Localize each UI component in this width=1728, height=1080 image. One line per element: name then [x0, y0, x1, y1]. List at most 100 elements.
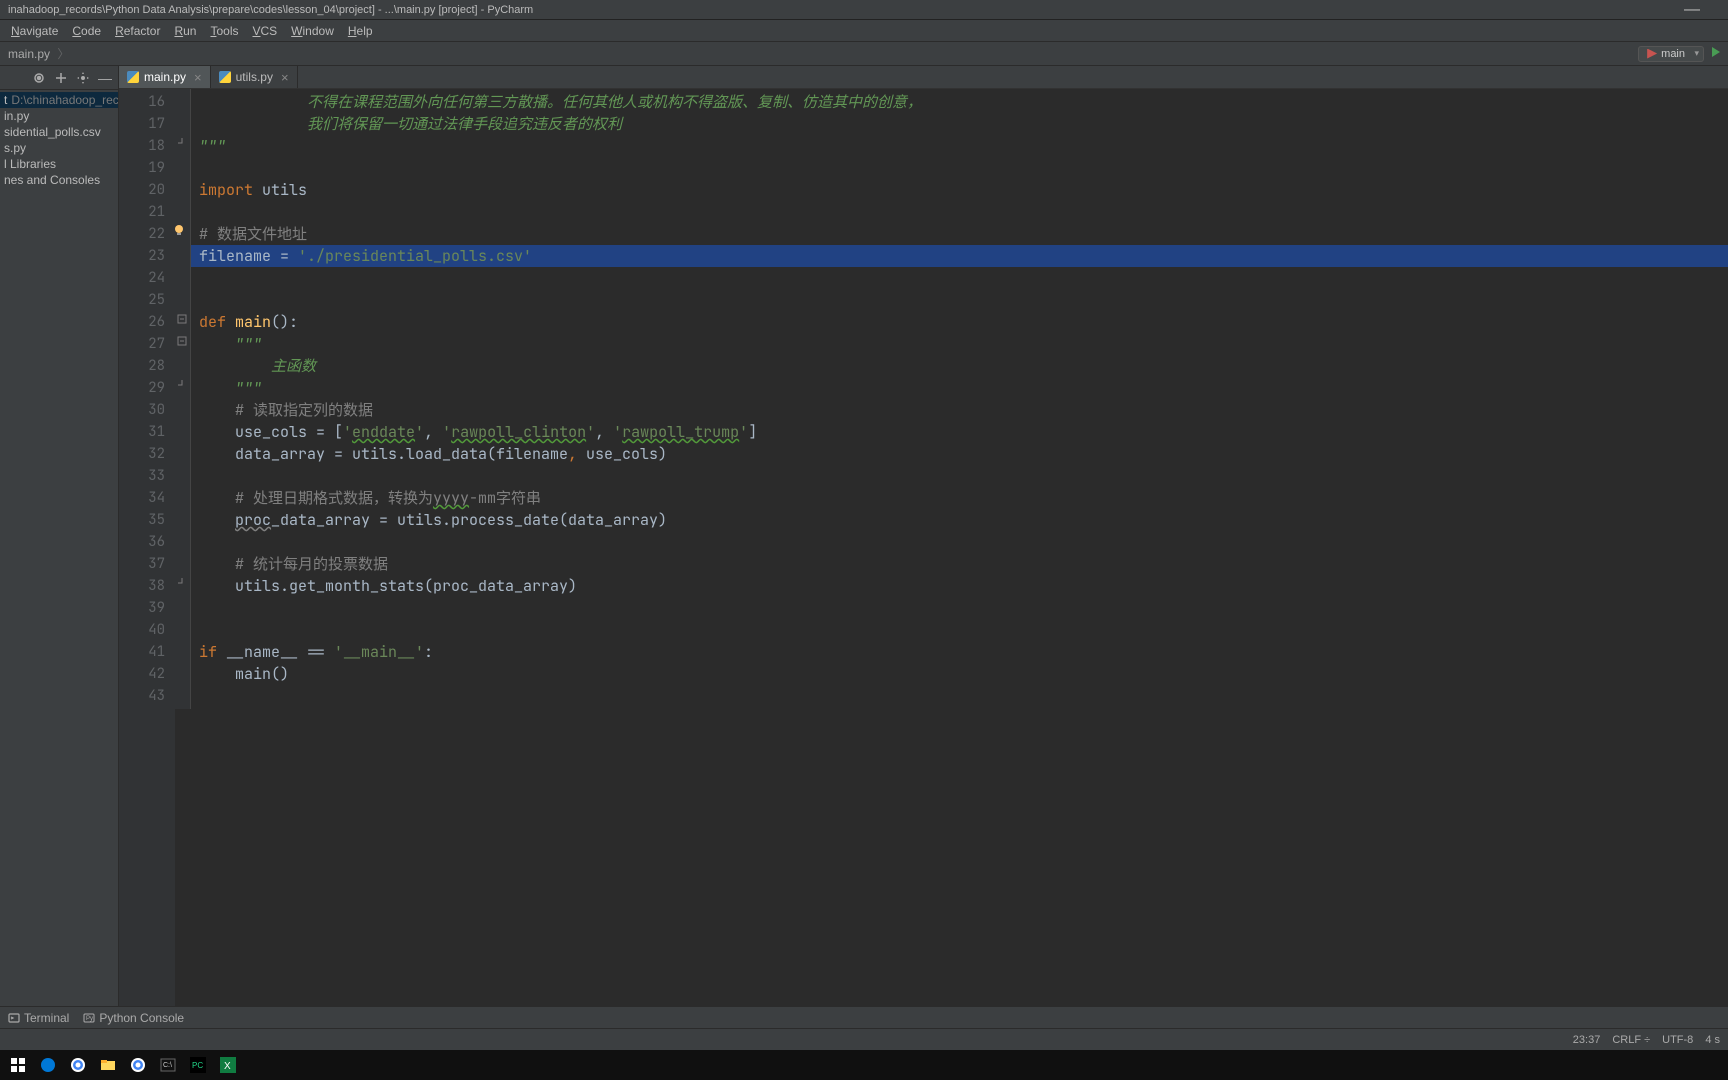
code-line[interactable]: # 数据文件地址: [191, 223, 1728, 245]
code-content[interactable]: 不得在课程范围外向任何第三方散播。任何其他人或机构不得盗版、复制、仿造其中的创意…: [191, 89, 1728, 1006]
code-line[interactable]: [191, 201, 1728, 223]
line-number[interactable]: 21: [119, 201, 175, 223]
line-number[interactable]: 29: [119, 377, 175, 399]
line-number[interactable]: 31: [119, 421, 175, 443]
code-line[interactable]: """: [191, 135, 1728, 157]
taskbar-edge-icon[interactable]: [34, 1051, 62, 1079]
terminal-tool-window-button[interactable]: Terminal: [8, 1011, 69, 1025]
line-number[interactable]: 25: [119, 289, 175, 311]
run-config-selector[interactable]: main: [1638, 46, 1704, 62]
line-number[interactable]: 40: [119, 619, 175, 641]
run-button[interactable]: [1710, 46, 1722, 61]
select-opened-file-icon[interactable]: [32, 71, 46, 85]
taskbar-cmd-icon[interactable]: C:\: [154, 1051, 182, 1079]
fold-icon[interactable]: [177, 333, 187, 355]
file-encoding[interactable]: UTF-8: [1662, 1034, 1693, 1046]
code-line[interactable]: [191, 267, 1728, 289]
code-line[interactable]: main(): [191, 663, 1728, 685]
code-line[interactable]: [191, 465, 1728, 487]
line-number[interactable]: 36: [119, 531, 175, 553]
tree-item[interactable]: t D:\chinahadoop_records\: [0, 92, 118, 108]
menu-vcs[interactable]: VCS: [245, 24, 284, 38]
breadcrumb-item[interactable]: main.py: [6, 47, 52, 61]
code-line[interactable]: [191, 289, 1728, 311]
line-number[interactable]: 27: [119, 333, 175, 355]
code-line[interactable]: filename = './presidential_polls.csv': [191, 245, 1728, 267]
close-tab-icon[interactable]: ×: [281, 70, 289, 85]
line-number[interactable]: 18: [119, 135, 175, 157]
menu-help[interactable]: Help: [341, 24, 380, 38]
code-line[interactable]: import utils: [191, 179, 1728, 201]
code-line[interactable]: use_cols = ['enddate', 'rawpoll_clinton'…: [191, 421, 1728, 443]
code-line[interactable]: if __name__ == '__main__':: [191, 641, 1728, 663]
code-line[interactable]: 我们将保留一切通过法律手段追究违反者的权利: [191, 113, 1728, 135]
menu-navigate[interactable]: Navigate: [4, 24, 65, 38]
close-tab-icon[interactable]: ×: [194, 70, 202, 85]
line-number[interactable]: 37: [119, 553, 175, 575]
line-number[interactable]: 19: [119, 157, 175, 179]
line-number[interactable]: 39: [119, 597, 175, 619]
minimize-icon[interactable]: —: [1684, 0, 1700, 19]
line-number[interactable]: 38: [119, 575, 175, 597]
code-line[interactable]: # 统计每月的投票数据: [191, 553, 1728, 575]
code-line[interactable]: # 处理日期格式数据，转换为yyyy-mm字符串: [191, 487, 1728, 509]
menu-refactor[interactable]: Refactor: [108, 24, 167, 38]
python-console-tool-window-button[interactable]: Py Python Console: [83, 1011, 184, 1025]
menu-run[interactable]: Run: [167, 24, 203, 38]
editor-tab-main-py[interactable]: main.py×: [119, 66, 211, 88]
code-line[interactable]: [191, 619, 1728, 641]
code-line[interactable]: 主函数: [191, 355, 1728, 377]
settings-icon[interactable]: [76, 71, 90, 85]
code-line[interactable]: # 读取指定列的数据: [191, 399, 1728, 421]
menu-tools[interactable]: Tools: [203, 24, 245, 38]
indent-setting[interactable]: 4 s: [1705, 1034, 1720, 1046]
menu-window[interactable]: Window: [284, 24, 341, 38]
code-line[interactable]: [191, 597, 1728, 619]
line-number[interactable]: 32: [119, 443, 175, 465]
cursor-position[interactable]: 23:37: [1573, 1034, 1601, 1046]
code-line[interactable]: [191, 531, 1728, 553]
code-line[interactable]: """: [191, 333, 1728, 355]
line-separator[interactable]: CRLF ÷: [1612, 1034, 1650, 1046]
line-number[interactable]: 16: [119, 91, 175, 113]
fold-icon[interactable]: [177, 377, 187, 399]
code-line[interactable]: data_array = utils.load_data(filename, u…: [191, 443, 1728, 465]
taskbar-start-icon[interactable]: [4, 1051, 32, 1079]
tree-item[interactable]: l Libraries: [0, 156, 118, 172]
taskbar-chrome2-icon[interactable]: [124, 1051, 152, 1079]
taskbar-excel-icon[interactable]: X: [214, 1051, 242, 1079]
editor-tab-utils-py[interactable]: utils.py×: [211, 66, 298, 88]
code-line[interactable]: proc_data_array = utils.process_date(dat…: [191, 509, 1728, 531]
minimize-panel-icon[interactable]: —: [98, 71, 112, 85]
taskbar-pycharm-icon[interactable]: PC: [184, 1051, 212, 1079]
menu-code[interactable]: Code: [65, 24, 108, 38]
line-number[interactable]: 22: [119, 223, 175, 245]
taskbar-chrome-icon[interactable]: [64, 1051, 92, 1079]
line-number[interactable]: 35: [119, 509, 175, 531]
line-number[interactable]: 41: [119, 641, 175, 663]
line-number[interactable]: 30: [119, 399, 175, 421]
line-number[interactable]: 28: [119, 355, 175, 377]
tree-item[interactable]: s.py: [0, 140, 118, 156]
tree-item[interactable]: sidential_polls.csv: [0, 124, 118, 140]
code-line[interactable]: """: [191, 377, 1728, 399]
taskbar-file-explorer-icon[interactable]: [94, 1051, 122, 1079]
line-number[interactable]: 23: [119, 245, 175, 267]
project-tree[interactable]: t D:\chinahadoop_records\in.pysidential_…: [0, 90, 118, 190]
line-number[interactable]: 43: [119, 685, 175, 707]
line-number[interactable]: 26: [119, 311, 175, 333]
line-number[interactable]: 24: [119, 267, 175, 289]
fold-icon[interactable]: [177, 135, 187, 157]
fold-icon[interactable]: [177, 311, 187, 333]
intention-bulb-icon[interactable]: [173, 223, 185, 245]
line-number[interactable]: 17: [119, 113, 175, 135]
fold-icon[interactable]: [177, 575, 187, 597]
code-line[interactable]: 不得在课程范围外向任何第三方散播。任何其他人或机构不得盗版、复制、仿造其中的创意…: [191, 91, 1728, 113]
code-line[interactable]: def main():: [191, 311, 1728, 333]
line-number[interactable]: 34: [119, 487, 175, 509]
code-editor[interactable]: 1617181920212223242526272829303132333435…: [119, 89, 1728, 1006]
code-line[interactable]: [191, 157, 1728, 179]
line-number[interactable]: 33: [119, 465, 175, 487]
line-number[interactable]: 42: [119, 663, 175, 685]
code-line[interactable]: utils.get_month_stats(proc_data_array): [191, 575, 1728, 597]
